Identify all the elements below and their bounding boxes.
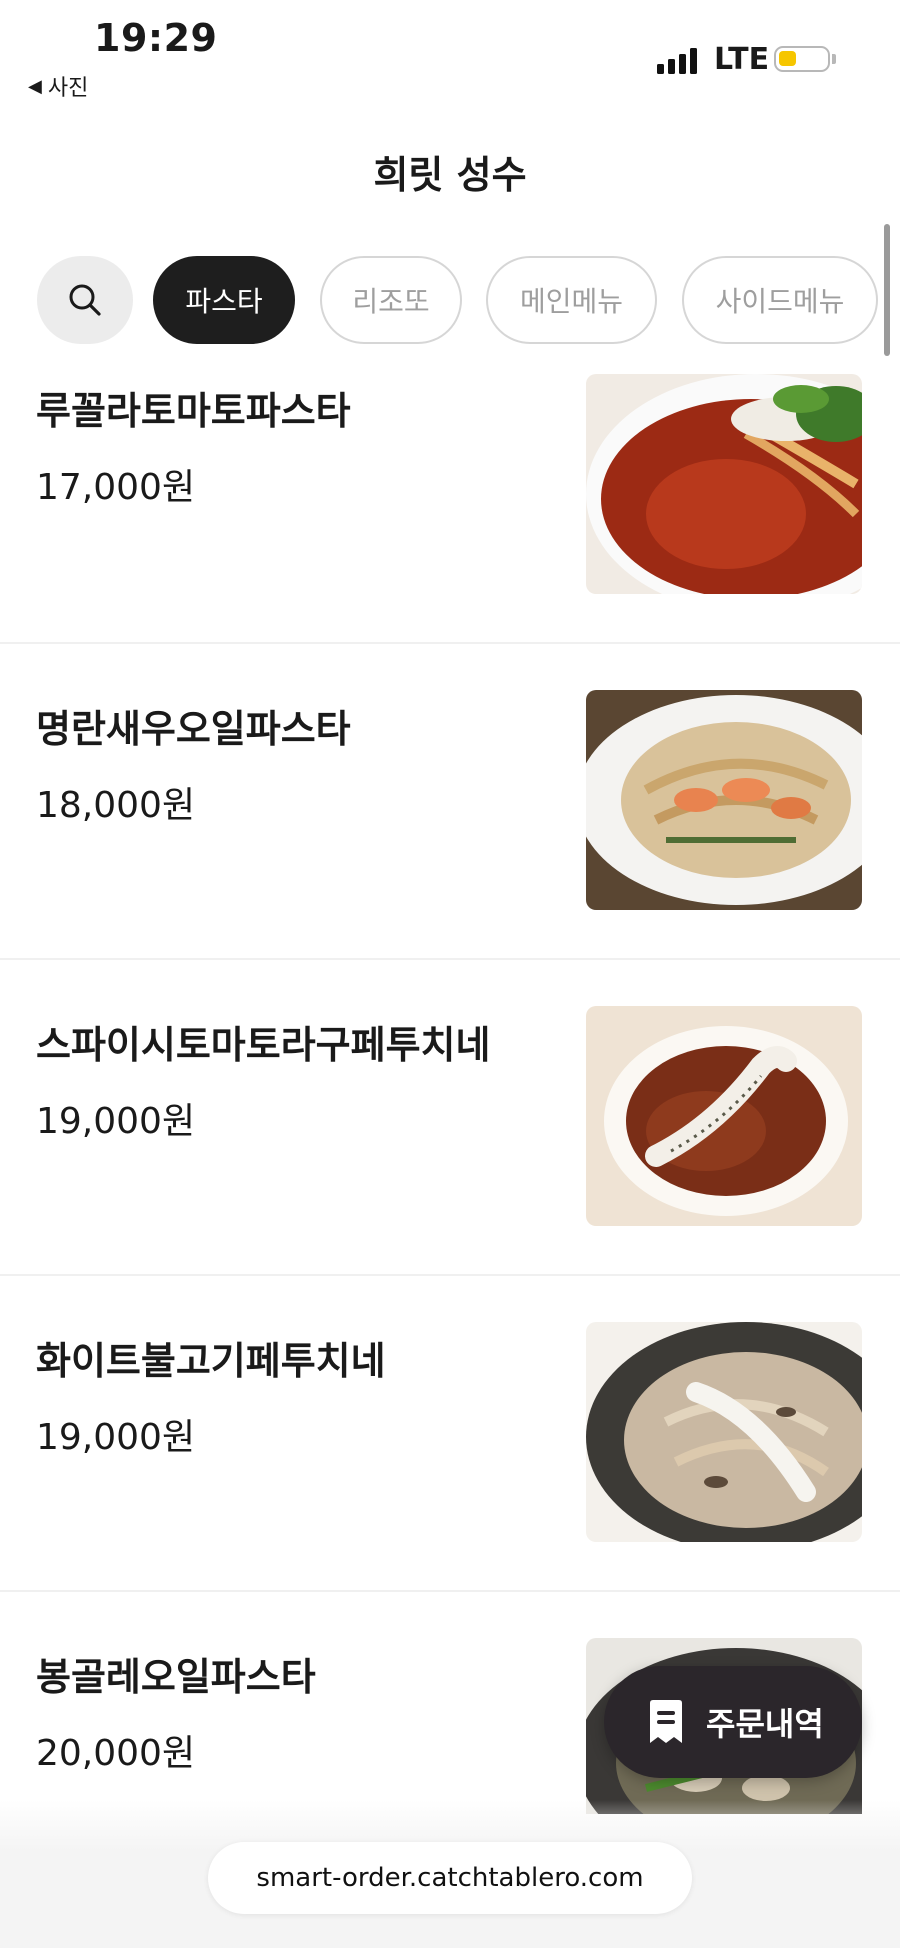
status-bar: 19:29 ◀ 사진 LTE — [0, 0, 900, 110]
tab-side-menu[interactable]: 사이드메뉴 — [682, 256, 878, 344]
search-icon — [69, 284, 101, 316]
menu-item[interactable]: 루꼴라토마토파스타 17,000원 — [0, 358, 900, 674]
order-history-label: 주문내역 — [706, 1705, 824, 1743]
back-to-app-link[interactable]: ◀ 사진 — [28, 70, 88, 102]
menu-item-price: 17,000원 — [36, 467, 196, 508]
menu-item-name: 스파이시토마토라구페투치네 — [36, 1023, 491, 1067]
order-history-button[interactable]: 주문내역 — [604, 1666, 862, 1778]
page-title: 희릿 성수 — [373, 153, 527, 197]
tab-risotto[interactable]: 리조또 — [320, 256, 462, 344]
browser-url-bar[interactable]: smart-order.catchtablero.com — [208, 1842, 692, 1914]
tab-pasta[interactable]: 파스타 — [153, 256, 295, 344]
category-bar: 파스타 리조또 메인메뉴 사이드메뉴 — [0, 252, 900, 348]
tab-main-menu[interactable]: 메인메뉴 — [486, 256, 657, 344]
menu-item[interactable]: 화이트불고기페투치네 19,000원 — [0, 1308, 900, 1624]
scroll-indicator[interactable] — [884, 224, 890, 356]
menu-divider — [0, 1274, 900, 1276]
status-time: 19:29 — [94, 16, 218, 60]
menu-item-photo — [586, 1006, 862, 1226]
menu-item[interactable]: 스파이시토마토라구페투치네 19,000원 — [0, 992, 900, 1308]
back-app-label: 사진 — [47, 76, 89, 101]
menu-divider — [0, 1590, 900, 1592]
menu-item-price: 19,000원 — [36, 1417, 196, 1458]
menu-item[interactable]: 명란새우오일파스타 18,000원 — [0, 676, 900, 992]
menu-item-photo — [586, 690, 862, 910]
menu-item-name: 봉골레오일파스타 — [36, 1655, 316, 1699]
menu-item-price: 19,000원 — [36, 1101, 196, 1142]
menu-item-photo — [586, 374, 862, 594]
battery-icon — [774, 46, 830, 72]
receipt-icon — [650, 1700, 682, 1743]
signal-strength-icon — [657, 48, 697, 74]
battery-cap — [832, 54, 836, 64]
menu-item-photo — [586, 1322, 862, 1542]
search-button[interactable] — [37, 256, 133, 344]
menu-item-price: 20,000원 — [36, 1733, 196, 1774]
network-type-label: LTE — [714, 42, 770, 77]
menu-divider — [0, 642, 900, 644]
back-triangle-icon: ◀ — [28, 75, 42, 97]
menu-item-name: 화이트불고기페투치네 — [36, 1339, 386, 1383]
menu-divider — [0, 958, 900, 960]
menu-item-name: 루꼴라토마토파스타 — [36, 389, 351, 433]
menu-item-price: 18,000원 — [36, 785, 196, 826]
menu-item-name: 명란새우오일파스타 — [36, 707, 351, 751]
